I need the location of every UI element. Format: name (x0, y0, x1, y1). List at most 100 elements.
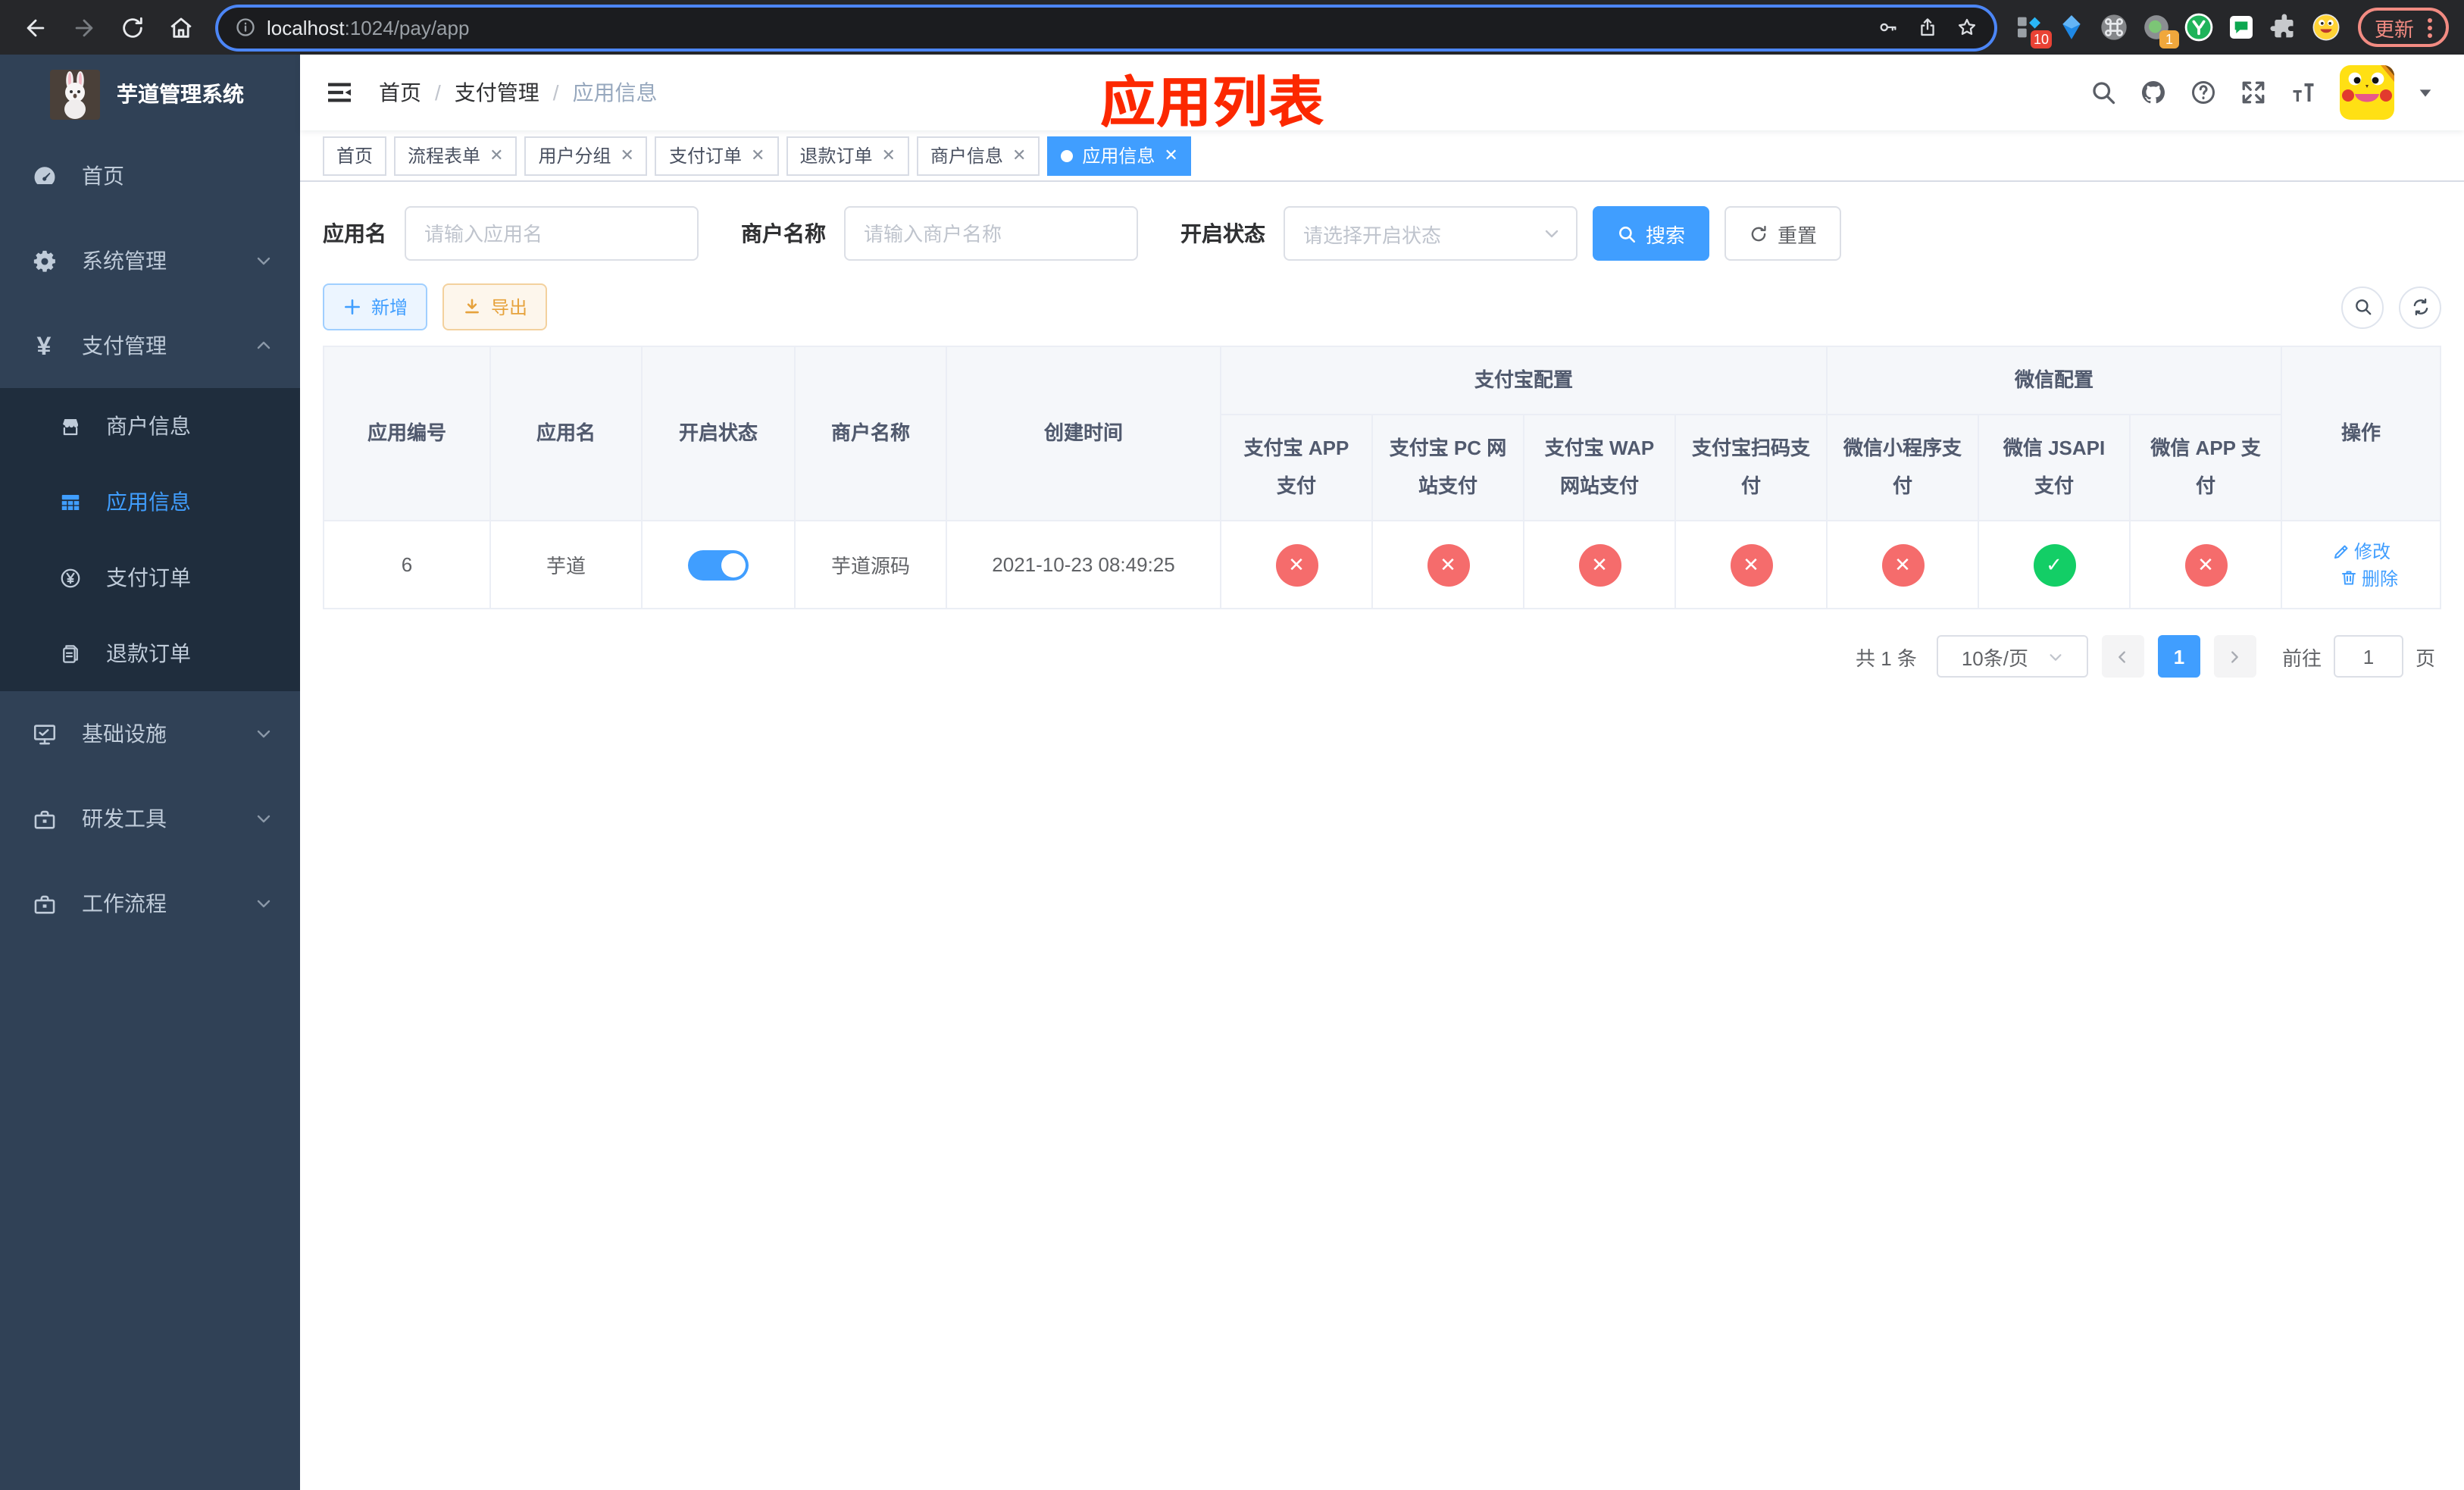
breadcrumb-payment[interactable]: 支付管理 (455, 77, 539, 108)
app-name-input[interactable] (405, 206, 699, 261)
tag-process-form[interactable]: 流程表单 ✕ (394, 136, 518, 175)
sidebar-item-home[interactable]: 首页 (0, 133, 300, 218)
goto-label: 前往 (2281, 646, 2322, 669)
goto-page-input[interactable] (2333, 635, 2403, 678)
storefront-icon (59, 415, 82, 437)
sidebar-item-payment[interactable]: ¥ 支付管理 (0, 303, 300, 388)
avatar-caret-icon[interactable] (2417, 84, 2434, 101)
document-icon (59, 642, 82, 665)
close-icon[interactable]: ✕ (1012, 146, 1026, 165)
reload-button[interactable] (112, 8, 152, 47)
update-label: 更新 (2374, 17, 2414, 40)
bookmark-star-icon[interactable] (1956, 17, 1978, 38)
browser-menu-icon[interactable] (2428, 17, 2432, 37)
home-button[interactable] (161, 8, 200, 47)
font-size-icon[interactable] (2290, 79, 2317, 106)
close-icon[interactable]: ✕ (751, 146, 765, 165)
page-unit-label: 页 (2415, 646, 2435, 669)
open-status-select[interactable]: 请选择开启状态 (1284, 206, 1578, 261)
search-icon (2355, 299, 2371, 315)
chevron-down-icon (1545, 230, 1559, 238)
close-icon[interactable]: ✕ (489, 146, 503, 165)
sidebar-collapse-icon[interactable] (324, 77, 355, 108)
chrome-update-button[interactable]: 更新 (2357, 8, 2449, 47)
sidebar-item-system[interactable]: 系统管理 (0, 218, 300, 303)
next-page-button[interactable] (2213, 635, 2256, 678)
cell-merchant-name: 芋道源码 (794, 520, 947, 609)
extension-yuque-icon[interactable] (2182, 11, 2215, 44)
forward-button[interactable] (64, 8, 103, 47)
reset-button[interactable]: 重置 (1724, 206, 1842, 261)
add-button[interactable]: 新增 (323, 283, 428, 330)
app-logo-row[interactable]: 芋道管理系统 (0, 55, 300, 133)
search-icon[interactable] (2090, 79, 2117, 106)
app-table: 应用编号 应用名 开启状态 商户名称 创建时间 支付宝配置 微信配置 操作 支付… (323, 346, 2441, 609)
site-info-icon[interactable] (235, 17, 256, 38)
sidebar-item-dev-tools[interactable]: 研发工具 (0, 776, 300, 861)
page-1-button[interactable]: 1 (2157, 635, 2200, 678)
merchant-name-input[interactable] (844, 206, 1138, 261)
help-icon[interactable] (2190, 79, 2217, 106)
share-icon[interactable] (1917, 17, 1938, 38)
page-size-select[interactable]: 10条/页 (1936, 635, 2088, 678)
edit-link[interactable]: 修改 (2331, 538, 2391, 564)
delete-link[interactable]: 删除 (2339, 565, 2398, 590)
col-alipay-qr: 支付宝扫码支付 (1674, 414, 1828, 521)
sidebar-item-infrastructure[interactable]: 基础设施 (0, 691, 300, 776)
tag-app-info[interactable]: 应用信息 ✕ (1047, 136, 1192, 175)
col-wechat-jsapi: 微信 JSAPI 支付 (1978, 414, 2131, 521)
breadcrumb-home[interactable]: 首页 (379, 77, 421, 108)
close-icon[interactable]: ✕ (881, 146, 895, 165)
back-button[interactable] (15, 8, 55, 47)
col-alipay-wap: 支付宝 WAP 网站支付 (1523, 414, 1676, 521)
export-button[interactable]: 导出 (442, 283, 548, 330)
cell-app-id: 6 (323, 520, 491, 609)
extension-chat-icon[interactable] (2225, 11, 2258, 44)
col-group-wechat: 微信配置 (1826, 346, 2283, 415)
prev-page-button[interactable] (2101, 635, 2144, 678)
sidebar-item-app-info[interactable]: 应用信息 (0, 464, 300, 540)
sidebar-item-label: 工作流程 (82, 891, 167, 916)
open-status-toggle[interactable] (688, 549, 749, 580)
tag-merchant-info[interactable]: 商户信息 ✕ (916, 136, 1040, 175)
tag-user-group[interactable]: 用户分组 ✕ (524, 136, 648, 175)
sidebar-item-label: 支付订单 (106, 565, 191, 590)
tag-home[interactable]: 首页 (323, 136, 387, 175)
extension-command-icon[interactable] (2097, 11, 2131, 44)
toggle-search-button[interactable] (2341, 286, 2384, 328)
fullscreen-icon[interactable] (2240, 79, 2267, 106)
extension-proxy-icon[interactable]: 1 (2140, 11, 2179, 49)
extension-emoji-icon[interactable] (2309, 11, 2343, 44)
user-avatar[interactable] (2340, 65, 2394, 120)
total-count: 共 1 条 (1856, 646, 1917, 669)
sidebar-item-label: 支付管理 (82, 333, 167, 358)
password-key-icon[interactable] (1878, 17, 1899, 38)
sidebar-item-pay-orders[interactable]: 支付订单 (0, 540, 300, 615)
sidebar-item-label: 退款订单 (106, 641, 191, 665)
sidebar-item-refund-orders[interactable]: 退款订单 (0, 615, 300, 691)
chevron-down-icon (255, 894, 273, 912)
browser-toolbar: localhost:1024/pay/app 10 1 更新 (0, 0, 2464, 55)
table-row: 6 芋道 芋道源码 2021-10-23 08:49:25 ✕ ✕ ✕ ✕ ✕ … (323, 520, 2441, 609)
sidebar-item-label: 应用信息 (106, 490, 191, 514)
tag-pay-orders[interactable]: 支付订单 ✕ (655, 136, 779, 175)
close-icon[interactable]: ✕ (1164, 146, 1177, 165)
open-status-label: 开启状态 (1180, 221, 1265, 246)
plus-icon (345, 299, 360, 315)
sidebar-item-workflow[interactable]: 工作流程 (0, 861, 300, 946)
sidebar-item-merchant-info[interactable]: 商户信息 (0, 388, 300, 464)
sidebar-item-label: 系统管理 (82, 249, 167, 273)
tag-refund-orders[interactable]: 退款订单 ✕ (786, 136, 909, 175)
sidebar-item-label: 研发工具 (82, 806, 167, 831)
github-icon[interactable] (2140, 79, 2167, 106)
extensions-puzzle-icon[interactable] (2267, 11, 2300, 44)
address-bar[interactable]: localhost:1024/pay/app (218, 7, 1994, 48)
close-icon[interactable]: ✕ (621, 146, 634, 165)
refresh-table-button[interactable] (2399, 286, 2441, 328)
refresh-icon (2412, 298, 2428, 316)
search-button[interactable]: 搜索 (1593, 206, 1710, 261)
extension-balloon-icon[interactable] (2055, 11, 2088, 44)
col-alipay-app: 支付宝 APP 支付 (1220, 414, 1373, 521)
col-create-time: 创建时间 (946, 346, 1221, 521)
extension-tampermonkey-icon[interactable]: 10 (2012, 11, 2052, 49)
